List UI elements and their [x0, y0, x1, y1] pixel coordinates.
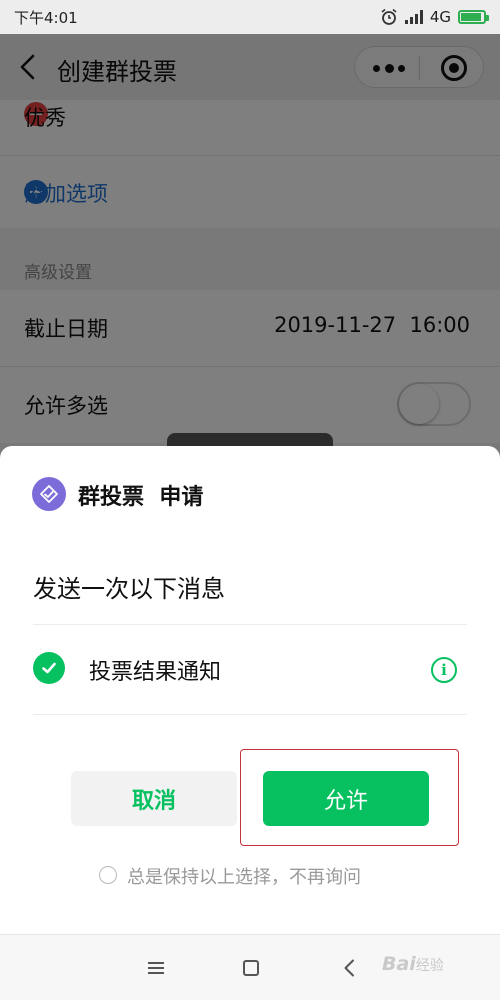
status-time: 下午4:01 [14, 8, 78, 27]
home-icon[interactable] [243, 960, 259, 976]
status-bar: 下午4:01 4G [0, 0, 500, 34]
system-nav-bar: Bai经验 [0, 934, 500, 1000]
keep-choice-label[interactable]: 总是保持以上选择，不再询问 [127, 863, 361, 889]
cancel-button[interactable]: 取消 [71, 771, 237, 826]
app-logo-icon [32, 477, 66, 511]
signal-icon [404, 10, 423, 24]
back-icon[interactable] [340, 959, 358, 977]
battery-icon [458, 10, 489, 24]
network-type: 4G [429, 8, 451, 26]
keep-choice-radio[interactable] [99, 866, 117, 884]
watermark-brand: Bai [382, 953, 416, 975]
authorization-sheet: 群投票 申请 发送一次以下消息 投票结果通知 i 取消 允许 总是保持以上选择，… [0, 446, 500, 1000]
sheet-divider [33, 624, 467, 625]
app-request-title: 群投票 申请 [78, 485, 204, 510]
allow-button[interactable]: 允许 [263, 771, 429, 826]
request-description: 发送一次以下消息 [33, 575, 225, 603]
alarm-icon [381, 8, 397, 25]
watermark-suffix: 经验 [415, 958, 444, 974]
checkmark-icon[interactable] [33, 652, 65, 684]
permission-label[interactable]: 投票结果通知 [89, 654, 221, 686]
sheet-divider [33, 714, 467, 715]
status-icons: 4G [380, 8, 489, 26]
menu-icon[interactable] [148, 962, 164, 974]
watermark: Bai经验 [382, 953, 444, 975]
info-icon[interactable]: i [431, 657, 457, 683]
